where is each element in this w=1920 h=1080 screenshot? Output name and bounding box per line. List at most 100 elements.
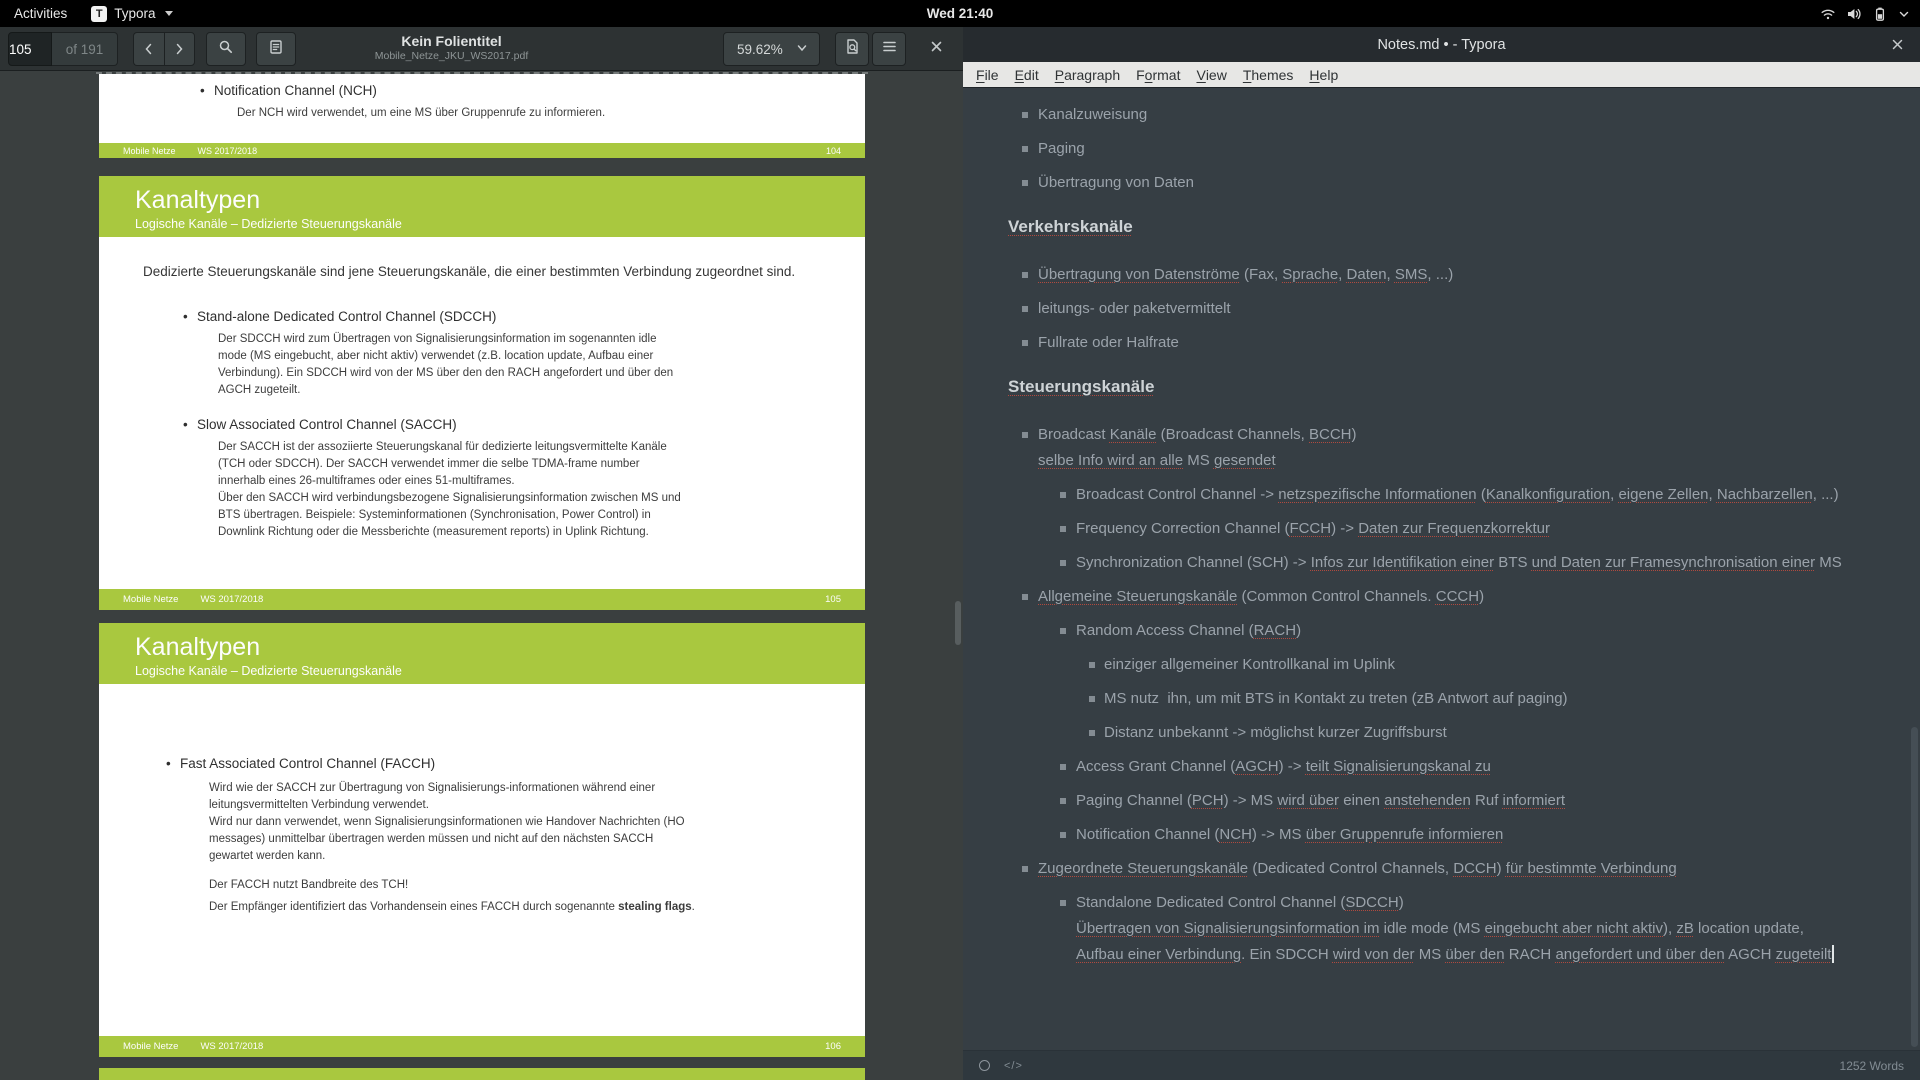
page-total-label: of 191 bbox=[52, 32, 118, 66]
zoom-level-dropdown[interactable]: 59.62% bbox=[723, 32, 820, 66]
pdf-page-106[interactable]: Kanaltypen Logische Kanäle – Dedizierte … bbox=[99, 623, 865, 1057]
slide-footer: Mobile Netze WS 2017/2018 106 bbox=[99, 1036, 865, 1057]
editor-scrollbar[interactable] bbox=[1911, 727, 1918, 1047]
zoom-level-value: 59.62% bbox=[737, 42, 783, 57]
system-tray[interactable] bbox=[1820, 0, 1910, 27]
menu-button[interactable] bbox=[872, 32, 906, 66]
slide-paragraph: Der NCH wird verwendet, um eine MS über … bbox=[237, 105, 737, 122]
editor-list-item[interactable]: Access Grant Channel (AGCH) -> teilt Sig… bbox=[1008, 754, 1880, 780]
bullet-marker-icon bbox=[1060, 764, 1066, 770]
footer-course: Mobile Netze bbox=[123, 594, 178, 605]
previous-page-button[interactable] bbox=[133, 32, 164, 66]
slide-paragraph: Wird wie der SACCH zur Übertragung von S… bbox=[209, 780, 695, 865]
editor-list-item[interactable]: Standalone Dedicated Control Channel (SD… bbox=[1008, 890, 1880, 968]
typora-titlebar[interactable]: Notes.md • - Typora bbox=[963, 27, 1920, 62]
notes-list-icon bbox=[268, 39, 284, 60]
battery-icon bbox=[1872, 6, 1888, 22]
editor-list-item[interactable]: Synchronization Channel (SCH) -> Infos z… bbox=[1008, 550, 1880, 576]
bullet-marker-icon bbox=[1022, 272, 1028, 278]
slide-header: Kanaltypen Logische Kanäle – Dedizierte … bbox=[99, 176, 865, 237]
pdf-page-107[interactable] bbox=[99, 1068, 865, 1080]
bullet-marker-icon bbox=[1022, 112, 1028, 118]
footer-course: Mobile Netze bbox=[123, 146, 176, 156]
menu-paragraph[interactable]: Paragraph bbox=[1047, 62, 1128, 88]
editor-list-item[interactable]: Broadcast Control Channel -> netzspezifi… bbox=[1008, 482, 1880, 508]
pdf-canvas[interactable]: •Notification Channel (NCH) Der NCH wird… bbox=[0, 71, 963, 1080]
menu-format[interactable]: Format bbox=[1128, 62, 1188, 88]
pdf-scrollbar[interactable] bbox=[955, 601, 961, 645]
desktop: Activities T Typora Wed 21:40 of 191 bbox=[0, 0, 1920, 1080]
slide-page-number: 105 bbox=[825, 594, 841, 605]
bullet-icon: • bbox=[166, 755, 180, 772]
editor-list-item[interactable]: einziger allgemeiner Kontrollkanal im Up… bbox=[1008, 652, 1880, 678]
slide-paragraph: Der FACCH nutzt Bandbreite des TCH! bbox=[209, 877, 695, 894]
slide-intro: Dedizierte Steuerungskanäle sind jene St… bbox=[143, 263, 815, 280]
editor-list-item[interactable]: Random Access Channel (RACH) bbox=[1008, 618, 1880, 644]
bullet-marker-icon bbox=[1022, 180, 1028, 186]
pdf-page-104[interactable]: •Notification Channel (NCH) Der NCH wird… bbox=[99, 74, 865, 158]
menu-help[interactable]: Help bbox=[1301, 62, 1346, 88]
slide-title: Kanaltypen bbox=[135, 186, 845, 214]
clock[interactable]: Wed 21:40 bbox=[0, 0, 1920, 27]
bullet-marker-icon bbox=[1089, 696, 1095, 702]
bullet-marker-icon bbox=[1060, 798, 1066, 804]
editor-list-item[interactable]: Übertragung von Datenströme (Fax, Sprach… bbox=[1008, 262, 1880, 288]
source-code-mode-icon[interactable]: </> bbox=[1004, 1060, 1023, 1072]
menu-themes[interactable]: Themes bbox=[1235, 62, 1302, 88]
pdf-page-105[interactable]: Kanaltypen Logische Kanäle – Dedizierte … bbox=[99, 176, 865, 610]
editor-heading[interactable]: Verkehrskanäle bbox=[1008, 216, 1880, 238]
page-magnifier-icon bbox=[844, 38, 861, 60]
menu-view[interactable]: View bbox=[1188, 62, 1234, 88]
editor-list-item[interactable]: Distanz unbekannt -> möglichst kurzer Zu… bbox=[1008, 720, 1880, 746]
side-pane-button[interactable] bbox=[256, 32, 296, 66]
typora-menubar: FileEditParagraphFormatViewThemesHelp bbox=[963, 62, 1920, 88]
bullet-marker-icon bbox=[1022, 866, 1028, 872]
bullet-icon: • bbox=[183, 308, 197, 325]
editor-list-item[interactable]: Kanalzuweisung bbox=[1008, 102, 1880, 128]
document-preview-button[interactable] bbox=[835, 32, 869, 66]
editor-list-item[interactable]: Broadcast Kanäle (Broadcast Channels, BC… bbox=[1008, 422, 1880, 474]
next-page-button[interactable] bbox=[164, 32, 196, 66]
page-nav-group bbox=[133, 32, 195, 66]
search-button[interactable] bbox=[206, 32, 246, 66]
word-count[interactable]: 1252 Words bbox=[1840, 1059, 1904, 1073]
text-cursor bbox=[1832, 945, 1834, 963]
slide-paragraph: Der SACCH ist der assoziierte Steuerungs… bbox=[218, 439, 688, 541]
bullet-marker-icon bbox=[1060, 492, 1066, 498]
volume-icon bbox=[1846, 6, 1862, 22]
outline-circle-icon[interactable] bbox=[979, 1060, 990, 1071]
window-title: Notes.md • - Typora bbox=[1377, 37, 1505, 53]
typora-window: Notes.md • - Typora FileEditParagraphFor… bbox=[963, 27, 1920, 1080]
footer-term: WS 2017/2018 bbox=[200, 594, 263, 605]
typora-statusbar: </> 1252 Words bbox=[963, 1050, 1920, 1080]
editor-list-item[interactable]: Paging bbox=[1008, 136, 1880, 162]
editor-list-item[interactable]: Zugeordnete Steuerungskanäle (Dedicated … bbox=[1008, 856, 1880, 882]
editor-list-item[interactable]: MS nutz ihn, um mit BTS in Kontakt zu tr… bbox=[1008, 686, 1880, 712]
slide-footer: Mobile Netze WS 2017/2018 105 bbox=[99, 589, 865, 610]
typora-close-button[interactable] bbox=[1882, 27, 1912, 62]
pdf-viewer-window: of 191 Kein Folientitel Mobile_Netze_JKU… bbox=[0, 27, 963, 1080]
slide-page-number: 104 bbox=[826, 146, 841, 156]
footer-term: WS 2017/2018 bbox=[200, 1041, 263, 1052]
editor-list-item[interactable]: leitungs- oder paketvermittelt bbox=[1008, 296, 1880, 322]
slide-subtitle: Logische Kanäle – Dedizierte Steuerungsk… bbox=[135, 663, 845, 679]
editor-list-item[interactable]: Allgemeine Steuerungskanäle (Common Cont… bbox=[1008, 584, 1880, 610]
editor-heading[interactable]: Steuerungskanäle bbox=[1008, 376, 1880, 398]
editor-list-item[interactable]: Paging Channel (PCH) -> MS wird über ein… bbox=[1008, 788, 1880, 814]
chevron-down-icon bbox=[795, 41, 809, 58]
editor-list-item[interactable]: Fullrate oder Halfrate bbox=[1008, 330, 1880, 356]
bullet-marker-icon bbox=[1089, 730, 1095, 736]
footer-term: WS 2017/2018 bbox=[198, 146, 258, 156]
page-number-input[interactable] bbox=[8, 32, 52, 66]
editor-list-item[interactable]: Frequency Correction Channel (FCCH) -> D… bbox=[1008, 516, 1880, 542]
bullet-marker-icon bbox=[1022, 594, 1028, 600]
editor-list-item[interactable]: Übertragung von Daten bbox=[1008, 170, 1880, 196]
slide-footer: Mobile Netze WS 2017/2018 104 bbox=[99, 143, 865, 158]
hamburger-icon bbox=[882, 40, 897, 58]
menu-file[interactable]: File bbox=[968, 62, 1007, 88]
pdf-window-close-button[interactable] bbox=[919, 32, 953, 66]
markdown-editor[interactable]: Kanalzuweisung Paging Übertragung von Date… bbox=[963, 88, 1920, 1050]
menu-edit[interactable]: Edit bbox=[1007, 62, 1047, 88]
editor-list-item[interactable]: Notification Channel (NCH) -> MS über Gr… bbox=[1008, 822, 1880, 848]
bullet-marker-icon bbox=[1060, 560, 1066, 566]
